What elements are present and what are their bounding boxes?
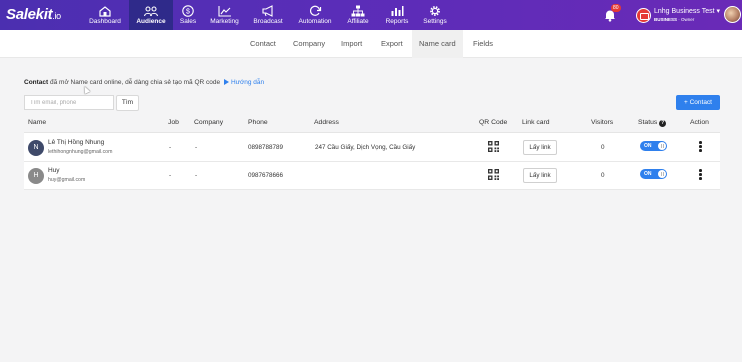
nav-broadcast[interactable]: Broadcast [251,0,285,30]
top-navbar: Salekit.io Dashboard Audience $ Sales Ma… [0,0,742,30]
contact-phone: 0898788789 [248,144,284,151]
bar-chart-icon [391,6,404,16]
contact-job: - [169,144,172,151]
contact-company: - [195,172,198,179]
contact-name[interactable]: Lê Thị Hồng Nhung [48,139,104,146]
add-contact-button[interactable]: + Contact [676,95,720,110]
status-toggle[interactable]: ON [640,141,667,151]
table-row[interactable]: N Lê Thị Hồng Nhung lethihongnhung@gmail… [24,134,720,162]
mouse-cursor-icon [81,85,91,94]
account-name[interactable]: Lnhg Business Test ▾ [654,7,720,15]
business-icon [636,8,651,23]
contact-email: huy@gmail.com [48,177,86,183]
tab-name-card[interactable]: Name card [412,30,463,58]
nav-settings[interactable]: Settings [422,0,448,30]
table-row[interactable]: H Huy huy@gmail.com - - 0987678666 Lấy l… [24,162,720,190]
nav-label: Reports [385,18,409,25]
nav-affiliate[interactable]: Affiliate [346,0,370,30]
network-icon [351,5,365,17]
header-address: Address [314,119,339,126]
account-role: BUSINESS · Owner [654,17,695,22]
dashboard-icon [99,6,111,17]
nav-label: Affiliate [347,18,369,25]
nav-dashboard[interactable]: Dashboard [88,0,122,30]
contact-company: - [195,144,198,151]
nav-label: Marketing [210,18,239,25]
header-company: Company [194,119,224,126]
sub-navbar: Contact Company Import Export Name card … [0,30,742,58]
get-link-button[interactable]: Lấy link [523,168,557,183]
avatar: H [28,168,44,184]
nav-automation[interactable]: Automation [296,0,334,30]
visitors-count: 0 [601,144,605,151]
more-actions-icon[interactable] [699,169,702,181]
header-qr-code: QR Code [479,119,508,126]
nav-label: Dashboard [89,18,121,25]
notification-badge: 80 [611,4,621,12]
qr-code-icon[interactable] [488,141,499,152]
audience-icon [144,6,158,17]
header-status: Status ? [638,119,667,127]
qr-code-icon[interactable] [488,169,499,180]
tab-fields[interactable]: Fields [473,30,493,58]
search-button[interactable]: Tìm [116,95,139,111]
chevron-down-icon: ▾ [716,8,721,15]
contact-phone: 0987678666 [248,172,284,179]
contact-address: 247 Cầu Giấy, Dịch Vọng, Cầu Giấy [315,144,416,151]
user-avatar[interactable] [724,6,741,23]
search-input[interactable] [24,95,114,110]
gear-icon [430,6,440,16]
nav-label: Settings [423,18,447,25]
header-name[interactable]: Name [28,119,46,126]
tab-company[interactable]: Company [293,30,325,58]
nav-label: Sales [179,18,197,25]
contact-email: lethihongnhung@gmail.com [48,149,113,155]
tab-import[interactable]: Import [341,30,362,58]
tab-export[interactable]: Export [381,30,403,58]
header-visitors: Visitors [591,119,614,126]
salekit-logo[interactable]: Salekit.io [6,6,61,23]
table-header: Name Job Company Phone Address QR Code L… [24,114,720,133]
status-toggle[interactable]: ON [640,169,667,179]
dollar-icon: $ [182,5,194,17]
nav-label: Broadcast [253,18,283,25]
nav-audience[interactable]: Audience [129,0,173,30]
header-phone: Phone [248,119,268,126]
header-link-card: Link card [522,119,550,126]
contact-job: - [169,172,172,179]
refresh-icon [309,5,322,16]
megaphone-icon [262,5,273,17]
help-icon[interactable]: ? [659,120,667,127]
nav-reports[interactable]: Reports [385,0,409,30]
contacts-table: Name Job Company Phone Address QR Code L… [24,114,720,190]
header-job: Job [168,119,179,126]
nav-marketing[interactable]: Marketing [208,0,241,30]
more-actions-icon[interactable] [699,141,702,153]
header-action: Action [690,119,709,126]
visitors-count: 0 [601,172,605,179]
svg-text:$: $ [186,9,190,16]
get-link-button[interactable]: Lấy link [523,140,557,155]
contact-name[interactable]: Huy [48,167,60,174]
nav-label: Automation [298,18,332,25]
guide-link[interactable]: Hướng dẫn [231,79,264,86]
play-icon[interactable] [223,79,229,85]
intro-text: Contact đã mở Name card online, dễ dàng … [24,79,265,86]
trend-icon [217,6,231,17]
avatar: N [28,140,44,156]
tab-contact[interactable]: Contact [250,30,276,58]
nav-label: Audience [136,18,166,25]
nav-sales[interactable]: $ Sales [177,0,199,30]
